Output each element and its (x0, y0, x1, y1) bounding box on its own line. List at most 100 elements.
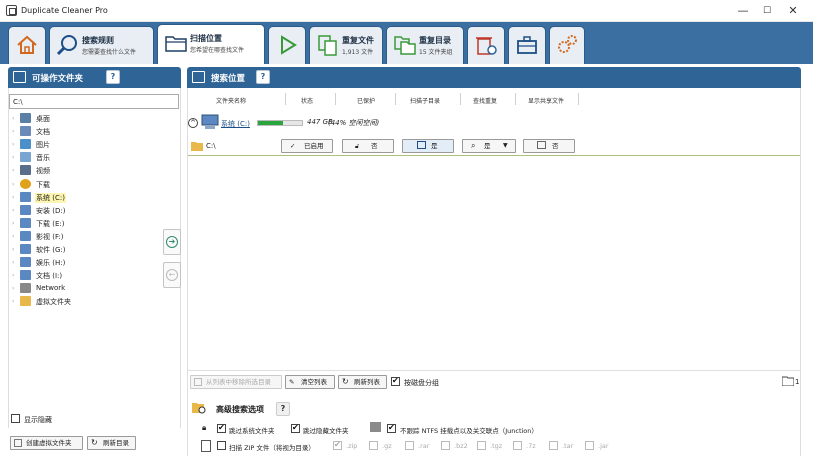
archive-type-label: .zip (346, 442, 358, 450)
tab-duplicate-files[interactable]: 重复文件 1,913 文件 (309, 26, 383, 64)
expand-icon[interactable]: › (12, 259, 14, 266)
status-toggle-button[interactable]: ✓ 已启用 (281, 139, 333, 153)
tree-item[interactable]: › 娱乐 (H:) (9, 256, 179, 269)
virtual-folder-icon (20, 296, 31, 307)
tree-item[interactable]: › 下载 (E:) (9, 217, 179, 230)
tree-item[interactable]: › 音乐 (9, 151, 179, 164)
show-hidden-checkbox[interactable] (11, 414, 20, 423)
tree-item[interactable]: › Network (9, 282, 179, 295)
create-virtual-folder-button[interactable]: 创建虚拟文件夹 (10, 436, 83, 450)
tree-item[interactable]: › 系统 (C:) (9, 191, 179, 204)
expand-icon[interactable]: › (12, 181, 14, 188)
tab-removal[interactable] (467, 26, 505, 64)
help-button[interactable]: ? (256, 70, 270, 84)
skip-system-checkbox[interactable] (217, 423, 226, 433)
archive-type-checkbox[interactable] (405, 441, 414, 450)
tree-item[interactable]: › 下载 (9, 178, 179, 191)
column-separator (460, 93, 461, 105)
column-header-status[interactable]: 状态 (301, 96, 313, 105)
tab-settings[interactable] (549, 26, 585, 64)
tab-search-criteria[interactable]: 搜索规则 您需要查找什么文件 (49, 26, 154, 64)
tab-toolbox[interactable] (508, 26, 546, 64)
expand-icon[interactable]: › (12, 115, 14, 122)
expand-icon[interactable]: › (12, 233, 14, 240)
scan-zip-checkbox[interactable] (217, 441, 226, 450)
archive-type-checkbox[interactable] (513, 441, 522, 450)
folder-icon (191, 142, 203, 151)
group-by-disk-checkbox[interactable] (391, 376, 400, 386)
folder-path-input[interactable]: C:\ (9, 94, 179, 109)
column-header-find-dups[interactable]: 查找重复 (473, 96, 497, 105)
archive-type-checkbox[interactable] (477, 441, 486, 450)
find-dups-dropdown[interactable]: ⌕ 是 ▼ (462, 139, 516, 153)
play-icon (281, 35, 297, 55)
expand-icon[interactable]: › (12, 207, 14, 214)
expand-icon[interactable]: › (12, 141, 14, 148)
skip-system-label: 跳过系统文件夹 (229, 427, 275, 435)
expand-icon[interactable]: › (12, 272, 14, 279)
drive-icon (20, 191, 31, 202)
drive-icon (20, 204, 31, 215)
expand-icon[interactable]: › (12, 246, 14, 253)
app-icon (6, 5, 17, 16)
column-header-protected[interactable]: 已保护 (357, 96, 375, 105)
tree-item[interactable]: › 桌面 (9, 112, 179, 125)
tree-item[interactable]: › 安装 (D:) (9, 204, 179, 217)
drive-usage-fill (258, 121, 283, 125)
expand-icon[interactable]: › (12, 154, 14, 161)
skip-hidden-checkbox[interactable] (291, 423, 300, 433)
expand-icon[interactable]: › (12, 285, 14, 292)
expand-icon[interactable]: › (12, 167, 14, 174)
search-icon: ⌕ (471, 141, 476, 150)
expand-icon[interactable]: › (12, 298, 14, 305)
tree-item-label: 虚拟文件夹 (36, 298, 71, 307)
new-folder-icon (14, 439, 22, 447)
archive-type-checkbox[interactable] (369, 441, 378, 450)
archive-type-label: .7z (526, 442, 536, 450)
window-title: Duplicate Cleaner Pro (21, 6, 108, 15)
protected-toggle-button[interactable]: 🔓︎ 否 (342, 139, 394, 153)
remove-selected-button[interactable]: 从列表中移除所选目录 (190, 375, 282, 389)
shared-toggle-button[interactable]: 否 (523, 139, 575, 153)
drive-name[interactable]: 系统 (C:) (221, 119, 250, 129)
tree-item[interactable]: › 软件 (G:) (9, 243, 179, 256)
archive-type-checkbox[interactable] (549, 441, 558, 450)
refresh-list-button[interactable]: ↻ 刷新列表 (338, 375, 387, 389)
help-button[interactable]: ? (276, 402, 290, 416)
magnifier-icon (56, 35, 77, 56)
tree-item[interactable]: › 文档 (I:) (9, 269, 179, 282)
tab-home[interactable] (8, 26, 46, 64)
tab-scan-location[interactable]: 扫描位置 您希望在哪查找文件 (157, 24, 265, 64)
clear-list-button[interactable]: ✎ 清空列表 (285, 375, 335, 389)
column-header-subdirs[interactable]: 扫描子目录 (410, 96, 440, 105)
help-button[interactable]: ? (106, 70, 120, 84)
minimize-button[interactable]: — (732, 3, 754, 19)
column-header-folder[interactable]: 文件夹名称 (216, 96, 246, 105)
tree-item[interactable]: › 虚拟文件夹 (9, 295, 179, 308)
pictures-icon (20, 139, 31, 150)
close-button[interactable]: ✕ (782, 3, 804, 19)
drive-free-space: (44% 空闲空间) (328, 119, 380, 127)
tree-item[interactable]: › 图片 (9, 138, 179, 151)
remove-folder-button[interactable]: ← (163, 262, 181, 288)
archive-type-checkbox[interactable] (333, 440, 342, 450)
tab-duplicate-folders[interactable]: 重复目录 15 文件夹组 (386, 26, 464, 64)
archive-type-checkbox[interactable] (585, 441, 594, 450)
skip-ntfs-checkbox[interactable] (387, 423, 396, 433)
archive-type-checkbox[interactable] (441, 441, 450, 450)
maximize-button[interactable]: ☐ (756, 3, 778, 19)
tab-start-scan[interactable] (268, 26, 306, 64)
tree-item[interactable]: › 视频 (9, 164, 179, 177)
subdirs-toggle-button[interactable]: 是 (402, 139, 454, 153)
collapse-group-button[interactable]: ^ (188, 118, 198, 128)
refresh-folders-button[interactable]: ↻ 刷新目录 (87, 436, 136, 450)
tree-item[interactable]: › 文档 (9, 125, 179, 138)
column-header-shared[interactable]: 显示共享文件 (528, 96, 564, 105)
expand-icon[interactable]: › (12, 128, 14, 135)
add-folder-button[interactable]: ➔ (163, 229, 181, 255)
expand-icon[interactable]: › (12, 194, 14, 201)
tree-item-label: 文档 (36, 128, 50, 137)
expand-icon[interactable]: › (12, 220, 14, 227)
tree-item-label: 图片 (36, 141, 50, 150)
tree-item[interactable]: › 影视 (F:) (9, 230, 179, 243)
